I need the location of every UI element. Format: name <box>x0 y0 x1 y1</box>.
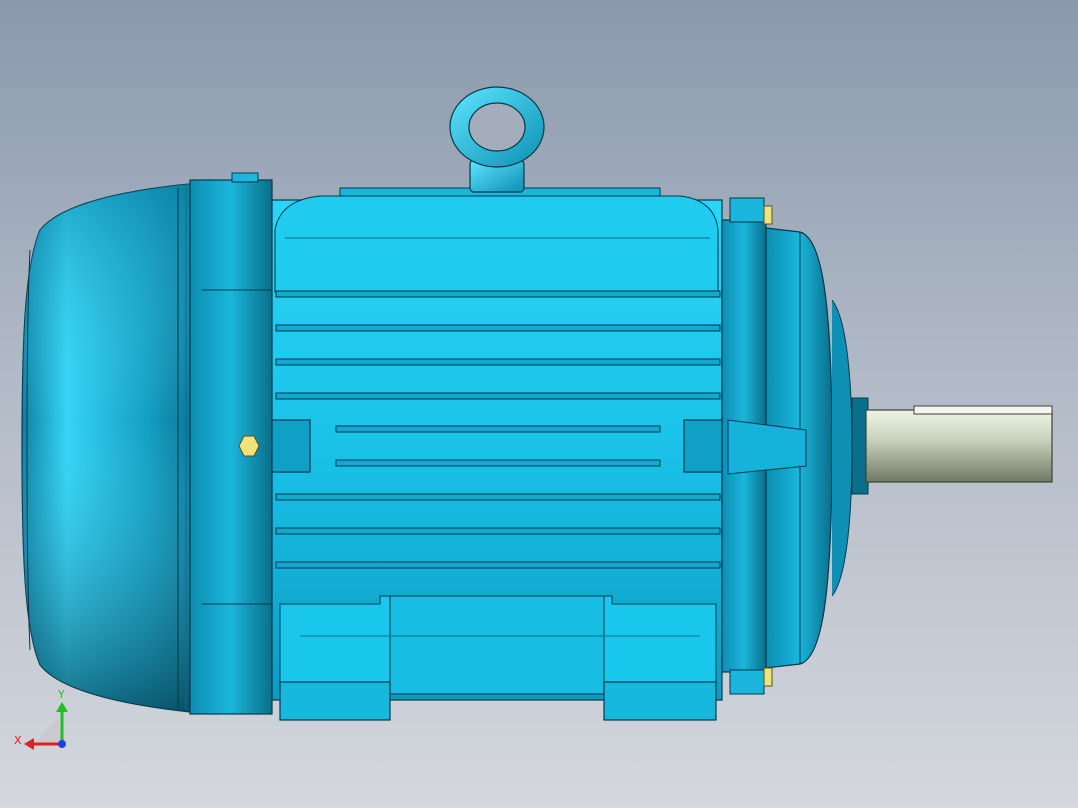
front-end-shield[interactable] <box>721 197 853 695</box>
grease-nipple-icon <box>238 435 260 457</box>
lifting-eye-bolt[interactable] <box>449 86 545 193</box>
motor-model-canvas[interactable]: Y X <box>0 0 1078 808</box>
cad-viewport[interactable]: Y X <box>0 0 1078 808</box>
right-side-lug <box>683 419 723 473</box>
bolt-icon <box>763 205 773 225</box>
y-axis-label: Y <box>57 688 65 701</box>
fan-cover[interactable] <box>21 182 201 714</box>
left-side-lug <box>271 419 311 473</box>
shaft-key <box>913 405 1053 415</box>
z-axis-icon <box>58 740 66 748</box>
bolt-icon <box>763 667 773 687</box>
output-shaft[interactable] <box>851 397 1053 495</box>
stator-housing[interactable] <box>271 187 723 701</box>
x-axis-label: X <box>14 734 22 747</box>
coordinate-triad: Y X <box>14 688 68 750</box>
rear-end-shield[interactable] <box>189 172 273 715</box>
